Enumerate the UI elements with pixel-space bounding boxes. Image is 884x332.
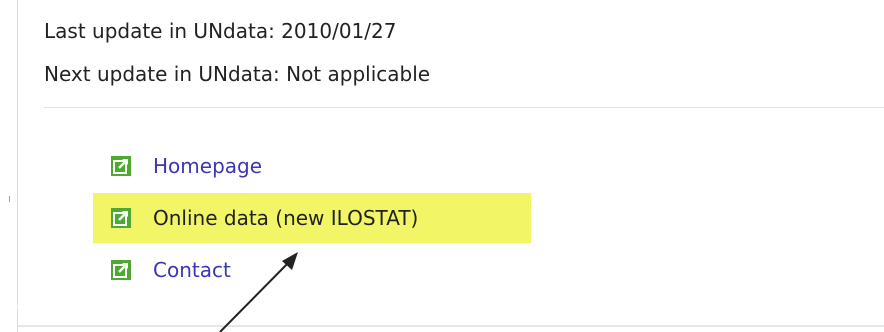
online-data-link[interactable]: Online data (new ILOSTAT): [110, 205, 418, 231]
left-border: [17, 0, 18, 305]
bottom-divider: [18, 325, 884, 327]
homepage-link-label[interactable]: Homepage: [153, 154, 262, 178]
next-update-text: Next update in UNdata: Not applicable: [44, 62, 431, 86]
last-update-text: Last update in UNdata: 2010/01/27: [44, 19, 397, 43]
section-divider: [44, 107, 884, 108]
left-border-lower: [17, 308, 18, 332]
contact-link-label[interactable]: Contact: [153, 258, 231, 282]
online-data-link-label[interactable]: Online data (new ILOSTAT): [153, 206, 418, 230]
external-link-icon: [110, 155, 132, 177]
left-tick-mark: [9, 196, 10, 202]
external-link-icon: [110, 207, 132, 229]
contact-link[interactable]: Contact: [110, 257, 231, 283]
external-link-icon: [110, 259, 132, 281]
homepage-link[interactable]: Homepage: [110, 153, 262, 179]
